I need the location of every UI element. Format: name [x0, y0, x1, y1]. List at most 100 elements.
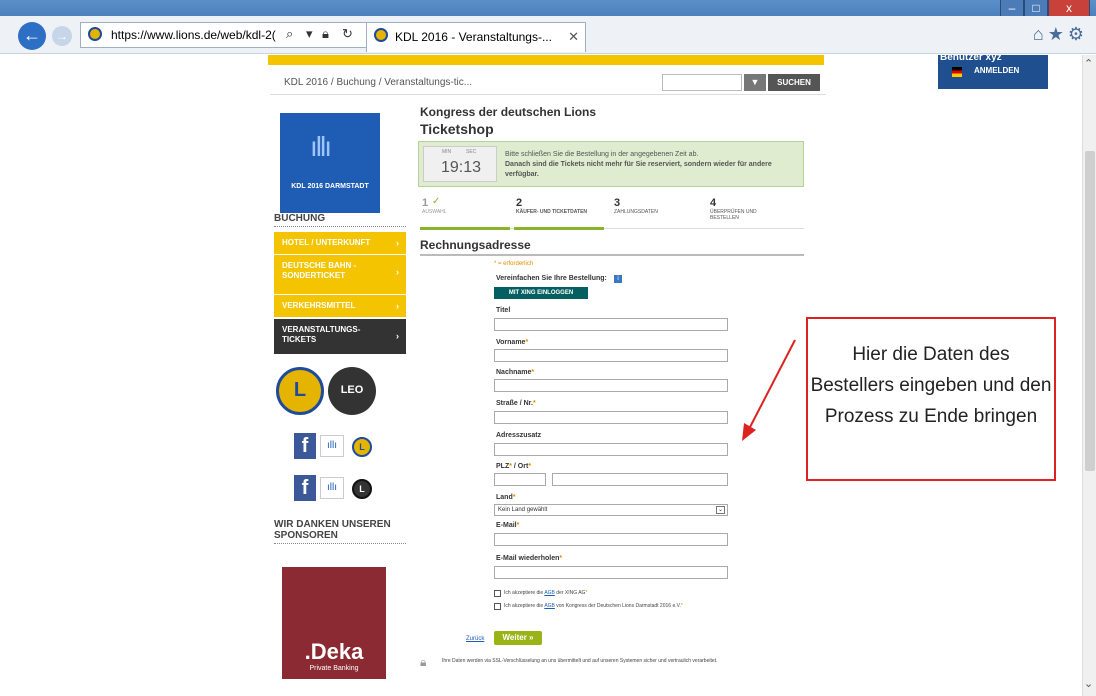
kdl-agb-pre: Ich akzeptiere die: [504, 603, 545, 609]
home-icon[interactable]: ⌂: [1033, 24, 1048, 44]
step-4-label: ÜBERPRÜFEN UND BESTELLEN: [710, 209, 757, 221]
scroll-up-icon[interactable]: ⌃: [1084, 57, 1093, 70]
ort-input[interactable]: [552, 473, 728, 486]
required-note: * = erforderlich: [494, 261, 534, 267]
vertical-scrollbar[interactable]: ⌃ ⌄: [1082, 55, 1096, 696]
favorites-icon[interactable]: ★: [1048, 24, 1068, 44]
sidebar-item-tickets[interactable]: VERANSTALTUNGS-TICKETS ›: [274, 319, 406, 355]
forward-icon[interactable]: →: [52, 26, 72, 46]
email-input[interactable]: [494, 533, 728, 546]
land-select-value: Kein Land gewählt: [498, 507, 548, 513]
xing-login-button[interactable]: MIT XING EINLOGGEN: [494, 287, 588, 299]
countdown-time: 19:13: [440, 159, 482, 176]
kdl-mini-logo: ıllı: [320, 477, 344, 499]
browser-tab[interactable]: KDL 2016 - Veranstaltungs-... ✕: [366, 22, 586, 52]
xing-agb-link[interactable]: AGB: [544, 590, 555, 596]
german-flag-icon[interactable]: [952, 67, 962, 77]
chevron-right-icon: ›: [396, 301, 399, 311]
facebook-icon[interactable]: f: [294, 475, 316, 501]
strasse-label: Straße / Nr.*: [496, 400, 536, 407]
xing-agb-pre: Ich akzeptiere die: [504, 590, 545, 596]
xing-note: Vereinfachen Sie Ihre Bestellung:: [496, 275, 607, 282]
step-1-progress: [420, 227, 510, 230]
callout-arrow: [742, 339, 796, 441]
facebook-icon[interactable]: f: [294, 433, 316, 459]
sidebar-item-label: VERKEHRSMITTEL: [282, 301, 356, 310]
step-4-number: 4: [710, 197, 717, 209]
kdl-agb-link[interactable]: AGB: [544, 603, 555, 609]
step-2-label: KÄUFER- UND TICKETDATEN: [516, 209, 588, 215]
tab-favicon: [374, 28, 388, 42]
sidebar-item-bahn[interactable]: DEUTSCHE BAHN - SONDERTICKET ›: [274, 255, 406, 295]
address-url: https://www.lions.de/web/kdl-2(: [111, 28, 276, 42]
sidebar-item-verkehrsmittel[interactable]: VERKEHRSMITTEL ›: [274, 295, 406, 318]
sidebar-item-label: VERANSTALTUNGS-TICKETS: [282, 325, 361, 344]
deka-sponsor-logo[interactable]: .Deka Private Banking: [282, 567, 386, 679]
land-label: Land*: [496, 494, 516, 501]
email-repeat-label: E-Mail wiederholen*: [496, 555, 563, 562]
sponsors-heading: WIR DANKEN UNSEREN SPONSOREN: [274, 519, 406, 544]
section-title: Rechnungsadresse: [420, 238, 804, 256]
search-button[interactable]: SUCHEN: [768, 74, 820, 91]
email-repeat-input[interactable]: [494, 566, 728, 579]
step-1-label[interactable]: AUSWAHL: [422, 209, 482, 215]
shop-subtitle: Ticketshop: [420, 121, 494, 137]
back-icon[interactable]: ←: [18, 22, 46, 50]
lions-emblem[interactable]: L: [276, 367, 324, 415]
scroll-thumb[interactable]: [1085, 151, 1095, 471]
search-options-icon[interactable]: ▼: [744, 74, 766, 91]
info-icon[interactable]: i: [614, 275, 622, 283]
sidebar-heading: BUCHUNG: [274, 213, 406, 227]
logo-graphic: ıllı: [310, 131, 332, 162]
adresszusatz-input[interactable]: [494, 443, 728, 456]
sidebar-item-hotel[interactable]: HOTEL / UNTERKUNFT ›: [274, 232, 406, 255]
xing-agb-post: der XING AG: [554, 590, 586, 596]
vorname-input[interactable]: [494, 349, 728, 362]
scroll-down-icon[interactable]: ⌄: [1084, 677, 1093, 690]
step-1-number: 1: [422, 197, 429, 209]
leo-emblem[interactable]: LEO: [328, 367, 376, 415]
kdl-logo[interactable]: ıllı KDL 2016 DARMSTADT: [280, 113, 380, 213]
kdl-mini-logo: ıllı: [320, 435, 344, 457]
site-favicon: [88, 27, 102, 41]
clock-label-sec: SEC: [466, 149, 477, 155]
ort-label-text: / Ort: [511, 463, 529, 470]
titel-input[interactable]: [494, 318, 728, 331]
step-2-number: 2: [516, 197, 523, 209]
plz-input[interactable]: [494, 473, 546, 486]
tab-close-icon[interactable]: ✕: [568, 23, 579, 51]
lock-icon: 🔒︎: [322, 26, 329, 41]
strasse-input[interactable]: [494, 411, 728, 424]
next-button[interactable]: Weiter »: [494, 631, 542, 645]
ssl-note: Ihre Daten werden via SSL-Verschlüsselun…: [442, 658, 718, 664]
plz-label-text: PLZ: [496, 463, 510, 470]
shop-title: Kongress der deutschen Lions: [420, 105, 597, 119]
site-search-input[interactable]: [662, 74, 742, 91]
kdl-agb-checkbox[interactable]: [494, 603, 501, 610]
chevron-right-icon: ›: [396, 331, 399, 341]
check-icon: ✓: [432, 196, 441, 207]
sidebar-item-label: DEUTSCHE BAHN - SONDERTICKET: [282, 261, 357, 280]
checkout-steps: 1 ✓ AUSWAHL 2 KÄUFER- UND TICKETDATEN 3 …: [420, 193, 804, 230]
timer-message-line1: Bitte schließen Sie die Bestellung in de…: [505, 151, 699, 158]
logo-text: KDL 2016 DARMSTADT: [291, 183, 369, 190]
lions-mini-icon: L: [352, 437, 372, 457]
nachname-input[interactable]: [494, 379, 728, 392]
email-label-text: E-Mail: [496, 522, 517, 529]
strasse-label-text: Straße / Nr.: [496, 400, 533, 407]
deka-name: .Deka: [304, 639, 364, 664]
breadcrumb: KDL 2016 / Buchung / Veranstaltungs-tic.…: [284, 77, 473, 88]
search-icon[interactable]: ⌕: [286, 26, 293, 42]
settings-gear-icon[interactable]: ⚙: [1068, 24, 1088, 44]
land-select[interactable]: Kein Land gewählt ⌄: [494, 504, 728, 516]
refresh-icon[interactable]: ↻: [342, 26, 353, 42]
dropdown-icon[interactable]: ▾: [306, 26, 313, 42]
back-link[interactable]: Zurück: [466, 636, 484, 642]
chevron-down-icon: ⌄: [716, 506, 725, 514]
vorname-label: Vorname*: [496, 339, 529, 346]
timer-message-line2: Danach sind die Tickets nicht mehr für S…: [505, 161, 772, 178]
login-button[interactable]: ANMELDEN: [974, 66, 1019, 75]
xing-agb-checkbox[interactable]: [494, 590, 501, 597]
adresszusatz-label: Adresszusatz: [496, 432, 542, 439]
titel-label: Titel: [496, 307, 511, 314]
